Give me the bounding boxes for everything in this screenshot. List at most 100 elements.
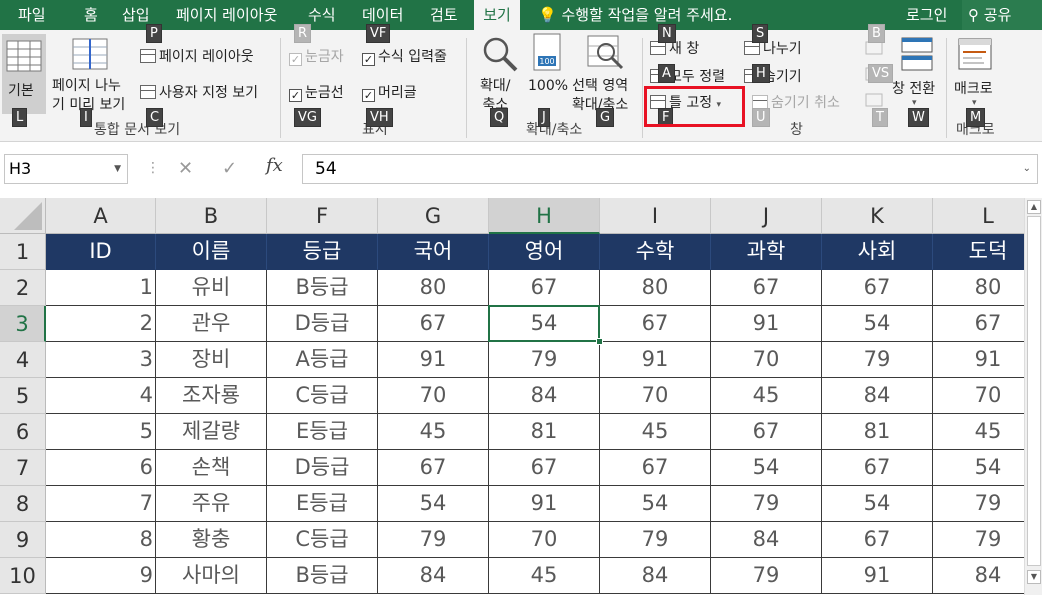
column-header-J[interactable]: J [711,198,822,234]
table-cell[interactable]: 45 [489,558,600,594]
column-header-I[interactable]: I [600,198,711,234]
tab-page-layout[interactable]: 페이지 레이아웃 [176,0,277,30]
scroll-down-icon[interactable]: ▼ [1027,570,1041,584]
header-cell[interactable]: 등급 [267,234,378,270]
header-cell[interactable]: 과학 [711,234,822,270]
table-cell[interactable]: 70 [489,522,600,558]
table-cell[interactable]: 4 [46,378,156,414]
table-cell[interactable]: 79 [711,486,822,522]
chevron-down-icon[interactable]: ▼ [114,155,121,183]
gridlines-checkbox[interactable]: ✓ 눈금선 [289,82,344,102]
table-cell[interactable]: 주유 [156,486,267,522]
table-cell[interactable]: 67 [600,306,711,342]
table-cell[interactable]: 54 [822,306,933,342]
table-cell[interactable]: 54 [489,306,600,342]
column-header-G[interactable]: G [378,198,489,234]
table-cell[interactable]: 3 [46,342,156,378]
table-cell[interactable]: 84 [822,378,933,414]
table-cell[interactable]: 79 [711,558,822,594]
row-header-7[interactable]: 7 [0,450,46,486]
tab-review[interactable]: 검토 [430,0,458,30]
switch-windows-button[interactable]: 창 전환 [892,78,935,98]
column-header-A[interactable]: A [46,198,156,234]
table-cell[interactable]: 조자룡 [156,378,267,414]
table-cell[interactable]: 5 [46,414,156,450]
table-cell[interactable]: 80 [933,270,1024,306]
table-cell[interactable]: 84 [600,558,711,594]
table-cell[interactable]: 67 [822,270,933,306]
table-cell[interactable]: 54 [600,486,711,522]
table-cell[interactable]: 67 [600,450,711,486]
row-header-6[interactable]: 6 [0,414,46,450]
table-cell[interactable]: 황충 [156,522,267,558]
table-cell[interactable]: 제갈량 [156,414,267,450]
table-cell[interactable]: 81 [822,414,933,450]
row-header-2[interactable]: 2 [0,270,46,306]
column-header-L[interactable]: L [933,198,1024,234]
scrollbar-thumb[interactable] [1027,216,1041,566]
table-cell[interactable]: 79 [489,342,600,378]
table-cell[interactable]: 관우 [156,306,267,342]
table-cell[interactable]: 84 [378,558,489,594]
expand-formula-bar-icon[interactable]: ⌄ [1023,155,1031,183]
table-cell[interactable]: 54 [711,450,822,486]
table-cell[interactable]: 70 [378,378,489,414]
table-cell[interactable]: 91 [600,342,711,378]
table-cell[interactable]: 67 [711,270,822,306]
share-button[interactable]: ⚲ 공유 [962,0,1042,30]
fill-handle[interactable] [596,338,603,345]
row-header-5[interactable]: 5 [0,378,46,414]
tab-file[interactable]: 파일 [18,0,46,30]
zoom-100-button[interactable]: 100% [528,78,568,94]
page-layout-view-button[interactable]: 페이지 레이아웃 [140,46,254,66]
tab-formulas[interactable]: 수식 [308,0,336,30]
column-header-B[interactable]: B [156,198,267,234]
tab-view[interactable]: 보기 [474,0,520,30]
column-header-F[interactable]: F [267,198,378,234]
table-cell[interactable]: 84 [711,522,822,558]
tell-me-box[interactable]: 💡 수행할 작업을 알려 주세요. [538,0,732,30]
row-header-1[interactable]: 1 [0,234,46,270]
table-cell[interactable]: E등급 [267,486,378,522]
table-cell[interactable]: 9 [46,558,156,594]
table-cell[interactable]: 79 [600,522,711,558]
name-box[interactable]: H3 ▼ [4,154,128,184]
table-cell[interactable]: B등급 [267,558,378,594]
table-cell[interactable]: 79 [378,522,489,558]
row-header-8[interactable]: 8 [0,486,46,522]
table-cell[interactable]: 54 [933,450,1024,486]
row-header-9[interactable]: 9 [0,522,46,558]
login-link[interactable]: 로그인 [906,0,947,30]
table-cell[interactable]: 91 [933,342,1024,378]
table-cell[interactable]: 79 [822,342,933,378]
row-header-4[interactable]: 4 [0,342,46,378]
table-cell[interactable]: 84 [933,558,1024,594]
table-cell[interactable]: B등급 [267,270,378,306]
table-cell[interactable]: 67 [711,414,822,450]
header-cell[interactable]: 영어 [489,234,600,270]
table-cell[interactable]: 84 [489,378,600,414]
header-cell[interactable]: 국어 [378,234,489,270]
table-cell[interactable]: 91 [489,486,600,522]
table-cell[interactable]: 79 [933,522,1024,558]
table-cell[interactable]: 54 [378,486,489,522]
select-all-button[interactable] [0,198,46,234]
header-cell[interactable]: 도덕 [933,234,1024,270]
table-cell[interactable]: C등급 [267,378,378,414]
normal-view-button[interactable]: 기본 [2,34,46,114]
row-header-10[interactable]: 10 [0,558,46,594]
table-cell[interactable]: 장비 [156,342,267,378]
table-cell[interactable]: 67 [378,306,489,342]
table-cell[interactable]: 70 [933,378,1024,414]
column-header-K[interactable]: K [822,198,933,234]
table-cell[interactable]: 54 [822,486,933,522]
table-cell[interactable]: E등급 [267,414,378,450]
header-cell[interactable]: 수학 [600,234,711,270]
table-cell[interactable]: D등급 [267,450,378,486]
table-cell[interactable]: 67 [378,450,489,486]
table-cell[interactable]: 67 [933,306,1024,342]
table-cell[interactable]: 70 [711,342,822,378]
table-cell[interactable]: 45 [711,378,822,414]
table-cell[interactable]: A등급 [267,342,378,378]
headings-checkbox[interactable]: ✓ 머리글 [362,82,417,102]
